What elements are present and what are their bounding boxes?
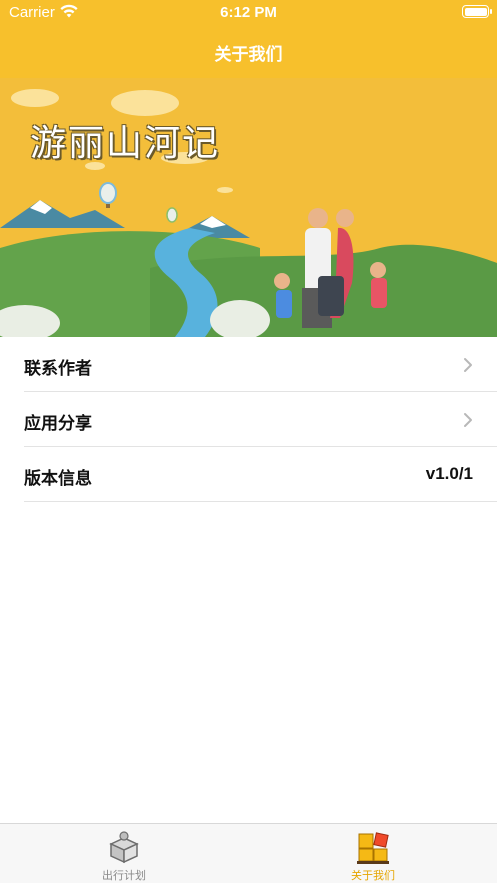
tab-travel-plan[interactable]: 出行计划: [0, 824, 248, 883]
battery-icon: [462, 5, 492, 18]
tab-bar: 出行计划 关于我们: [0, 823, 497, 883]
blocks-icon: [356, 830, 390, 869]
package-box-icon: [107, 830, 141, 869]
chevron-right-icon: [463, 412, 473, 428]
contact-author-label: 联系作者: [24, 359, 92, 378]
version-info-label: 版本信息: [24, 469, 92, 488]
settings-list: 联系作者 应用分享 版本信息 v1.0/1: [0, 337, 497, 502]
banner-image: 游丽山河记: [0, 78, 497, 337]
contact-author-row[interactable]: 联系作者: [24, 337, 497, 392]
status-bar: Carrier 6:12 PM: [0, 0, 497, 26]
navigation-bar: Carrier 6:12 PM 关于我们: [0, 0, 497, 78]
chevron-right-icon: [463, 357, 473, 373]
banner-title: 游丽山河记: [30, 123, 221, 164]
share-app-row[interactable]: 应用分享: [24, 392, 497, 447]
tab-travel-plan-label: 出行计划: [102, 870, 146, 882]
tab-about-us[interactable]: 关于我们: [249, 824, 497, 883]
page-title: 关于我们: [214, 45, 283, 64]
tab-about-us-label: 关于我们: [351, 870, 395, 882]
version-value: v1.0/1: [425, 464, 473, 483]
share-app-label: 应用分享: [24, 414, 92, 433]
clock: 6:12 PM: [220, 4, 277, 21]
version-info-row: 版本信息 v1.0/1: [24, 447, 497, 502]
